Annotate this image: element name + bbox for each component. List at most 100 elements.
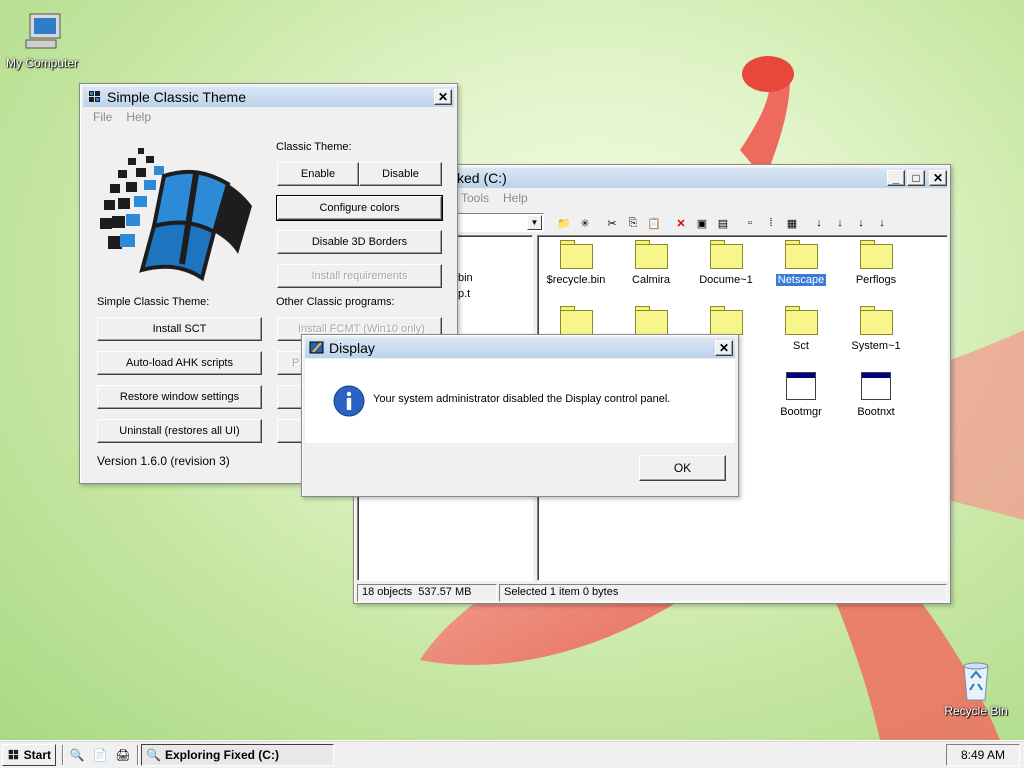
info-icon (333, 385, 365, 417)
map-drive-icon[interactable]: ✳ (575, 213, 595, 233)
taskbar-button-label: Exploring Fixed (C:) (164, 748, 279, 762)
version-label: Version 1.6.0 (revision 3) (97, 454, 230, 468)
folder-icon (635, 306, 668, 335)
configure-colors-button[interactable]: Configure colors (276, 195, 443, 221)
cut-icon[interactable]: ✂ (602, 213, 622, 233)
desktop-icon-recycle-bin[interactable]: Recycle Bin (934, 660, 1018, 718)
file-name: $recycle.bin (546, 274, 606, 286)
properties-icon[interactable]: ▣ (692, 213, 712, 233)
menu-tools[interactable]: Tools (454, 191, 496, 209)
explorer-toolbar: 📁 ✳ ✂ ⎘ 📋 ✕ ▣ ▤ ▫ ⁞ ▦ ↓ ↓ ↓ ↓ (554, 211, 893, 235)
close-button[interactable]: ✕ (715, 340, 733, 356)
sort-date-icon[interactable]: ↓ (872, 213, 892, 233)
file-item[interactable]: Calmira (613, 240, 689, 286)
desktop-icon-label: Recycle Bin (944, 704, 1008, 718)
delete-icon[interactable]: ✕ (671, 213, 691, 233)
window-title: Simple Classic Theme (107, 89, 247, 105)
file-name: Bootmgr (780, 406, 822, 418)
drive-combobox[interactable]: ▼ (454, 213, 544, 232)
install-requirements-button[interactable]: Install requirements (277, 264, 442, 288)
status-selection: Selected 1 item 0 bytes (499, 584, 947, 602)
undo-icon[interactable]: ▤ (713, 213, 733, 233)
explorer-quicklaunch-icon[interactable]: 🔍 (66, 744, 88, 766)
file-item[interactable]: Bootmgr (763, 372, 839, 418)
maximize-button[interactable]: □ (907, 170, 925, 186)
status-bar: 18 objects 537.57 MB Selected 1 item 0 b… (357, 584, 949, 602)
other-programs-label: Other Classic programs: (276, 296, 395, 308)
windows-flag-logo (100, 148, 252, 282)
file-name: Docume~1 (699, 274, 753, 286)
file-name: Sct (793, 340, 809, 352)
folder-icon (860, 240, 893, 269)
file-item[interactable]: $recycle.bin (538, 240, 614, 286)
minimize-button[interactable]: _ (887, 170, 905, 186)
status-object-count: 18 objects 537.57 MB (357, 584, 497, 602)
printer-quicklaunch-icon[interactable]: 🖨 (112, 744, 134, 766)
classic-theme-label: Classic Theme: (276, 141, 352, 153)
file-item[interactable]: System~1 (838, 306, 914, 352)
notepad-quicklaunch-icon[interactable]: 📄 (89, 744, 111, 766)
file-item[interactable]: Docume~1 (688, 240, 764, 286)
sort-size-icon[interactable]: ↓ (851, 213, 871, 233)
menu-help[interactable]: Help (496, 191, 535, 209)
sct-titlebar[interactable]: Simple Classic Theme ✕ (83, 87, 454, 107)
start-button[interactable]: Start (2, 744, 56, 766)
close-button[interactable]: ✕ (929, 170, 947, 186)
folder-icon (560, 240, 593, 269)
disable-3d-borders-button[interactable]: Disable 3D Borders (277, 230, 442, 254)
uninstall-button[interactable]: Uninstall (restores all UI) (97, 419, 262, 443)
file-name: Perflogs (855, 274, 897, 286)
sct-section-label: Simple Classic Theme: (97, 296, 210, 308)
tree-item[interactable]: p.t (458, 288, 470, 300)
system-tray: 8:49 AM (946, 744, 1020, 766)
folder-icon (635, 240, 668, 269)
close-button[interactable]: ✕ (434, 89, 452, 105)
file-item[interactable]: Perflogs (838, 240, 914, 286)
desktop-icon-my-computer[interactable]: My Computer (0, 10, 84, 70)
file-name: Calmira (632, 274, 670, 286)
install-sct-button[interactable]: Install SCT (97, 317, 262, 341)
sort-type-icon[interactable]: ↓ (830, 213, 850, 233)
ok-button[interactable]: OK (639, 455, 726, 481)
clock[interactable]: 8:49 AM (961, 748, 1005, 762)
desktop-icon-label: My Computer (5, 56, 79, 70)
restore-window-settings-button[interactable]: Restore window settings (97, 385, 262, 409)
taskbar-button-explorer[interactable]: 🔍 Exploring Fixed (C:) (141, 744, 334, 766)
folder-icon (560, 306, 593, 335)
display-settings-icon (309, 341, 324, 354)
menu-file[interactable]: File (86, 110, 119, 128)
file-name: Bootnxt (857, 406, 895, 418)
small-icons-icon[interactable]: ⁞ (761, 213, 781, 233)
file-item[interactable]: Sct (763, 306, 839, 352)
folder-icon (710, 240, 743, 269)
sort-name-icon[interactable]: ↓ (809, 213, 829, 233)
explorer-menubar: Tools Help (454, 191, 535, 209)
start-label: Start (23, 748, 51, 762)
file-name: Netscape (774, 273, 828, 287)
display-dialog[interactable]: Display ✕ Your system administrator disa… (301, 334, 739, 497)
computer-icon (25, 13, 61, 49)
windows-logo-icon (89, 91, 100, 102)
dialog-titlebar[interactable]: Display ✕ (305, 338, 735, 358)
folder-icon (785, 240, 818, 269)
enable-button[interactable]: Enable (277, 162, 359, 186)
file-icon (786, 372, 816, 400)
folder-icon (860, 306, 893, 335)
sct-menubar: File Help (86, 110, 158, 128)
recycle-bin-icon (963, 662, 989, 701)
menu-help[interactable]: Help (119, 110, 158, 128)
copy-icon[interactable]: ⎘ (623, 213, 643, 233)
disable-button[interactable]: Disable (359, 162, 442, 186)
large-icons-icon[interactable]: ▫ (740, 213, 760, 233)
dialog-title: Display (329, 340, 375, 356)
file-item[interactable]: Bootnxt (838, 372, 914, 418)
file-item[interactable]: Netscape (763, 240, 839, 287)
details-icon[interactable]: ▦ (782, 213, 802, 233)
chevron-down-icon[interactable]: ▼ (527, 215, 542, 230)
up-folder-icon[interactable]: 📁 (554, 213, 574, 233)
explorer-icon: 🔍 (146, 748, 161, 762)
autoload-ahk-button[interactable]: Auto-load AHK scripts (97, 351, 262, 375)
tree-item[interactable]: bin (458, 272, 473, 284)
paste-icon[interactable]: 📋 (644, 213, 664, 233)
windows-logo-icon (8, 749, 19, 760)
